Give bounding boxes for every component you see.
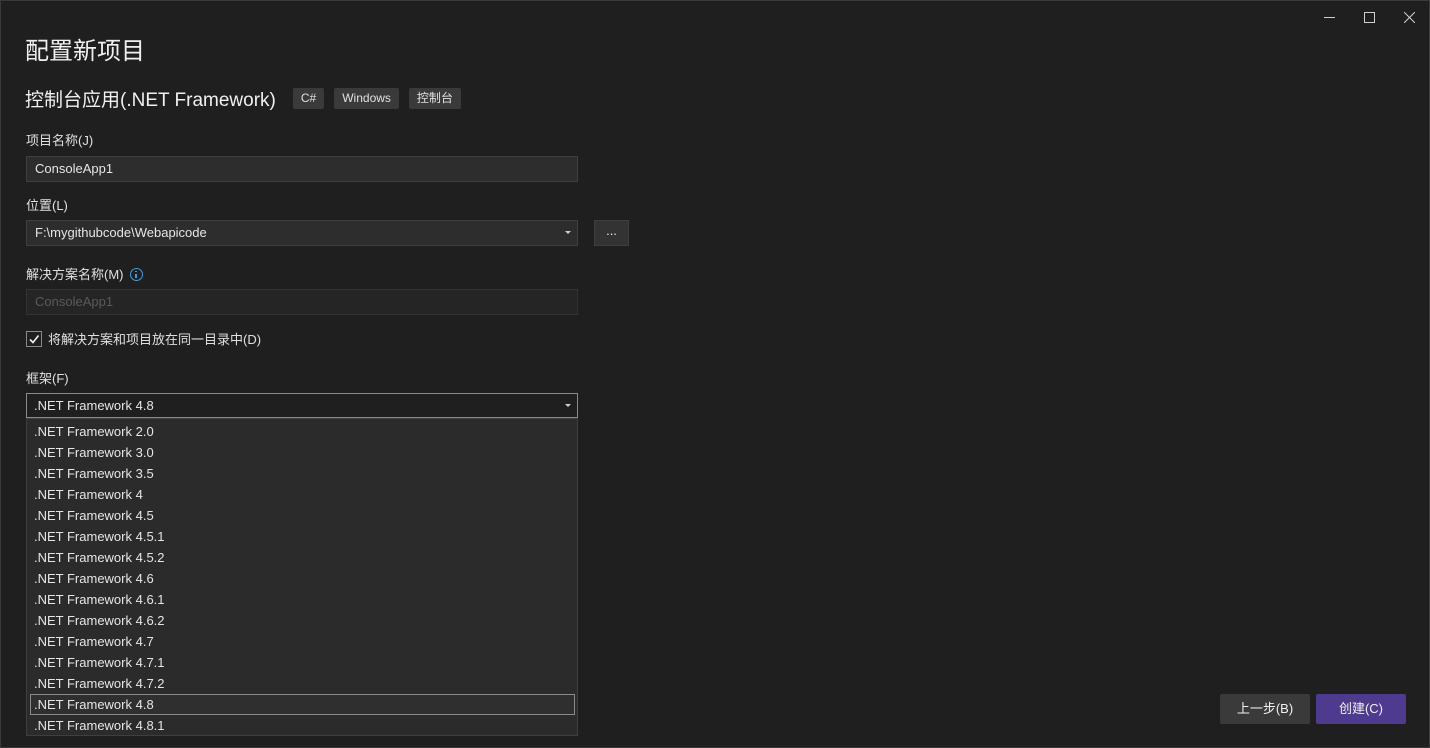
- template-header: 控制台应用(.NET Framework) C# Windows 控制台: [25, 85, 471, 112]
- framework-option[interactable]: .NET Framework 4.5: [30, 505, 575, 526]
- framework-option[interactable]: .NET Framework 4.7.2: [30, 673, 575, 694]
- solution-name-input[interactable]: ConsoleApp1: [26, 289, 578, 315]
- framework-option[interactable]: .NET Framework 3.5: [30, 463, 575, 484]
- framework-option[interactable]: .NET Framework 4.6: [30, 568, 575, 589]
- browse-button[interactable]: ...: [594, 220, 629, 246]
- back-button[interactable]: 上一步(B): [1220, 694, 1310, 724]
- framework-option[interactable]: .NET Framework 4.6.2: [30, 610, 575, 631]
- framework-option[interactable]: .NET Framework 3.0: [30, 442, 575, 463]
- minimize-button[interactable]: [1309, 1, 1349, 33]
- framework-option[interactable]: .NET Framework 4: [30, 484, 575, 505]
- same-directory-checkbox[interactable]: [26, 330, 42, 347]
- framework-option[interactable]: .NET Framework 4.5.1: [30, 526, 575, 547]
- chevron-down-icon[interactable]: [565, 231, 571, 234]
- tag-language: C#: [292, 88, 325, 109]
- template-name: 控制台应用(.NET Framework): [25, 90, 276, 111]
- chevron-down-icon[interactable]: [565, 404, 571, 407]
- maximize-icon: [1363, 11, 1375, 23]
- solution-name-label-row: 解决方案名称(M): [26, 264, 143, 283]
- project-name-label: 项目名称(J): [26, 133, 94, 148]
- framework-option[interactable]: .NET Framework 4.7.1: [30, 652, 575, 673]
- framework-label: 框架(F): [26, 371, 69, 386]
- tag-platform: Windows: [334, 88, 399, 109]
- project-name-input[interactable]: ConsoleApp1: [26, 156, 578, 182]
- minimize-icon: [1323, 16, 1335, 18]
- info-icon[interactable]: [129, 268, 143, 281]
- framework-dropdown-list: .NET Framework 2.0 .NET Framework 3.0 .N…: [26, 418, 578, 736]
- close-icon: [1403, 11, 1415, 23]
- same-directory-label: 将解决方案和项目放在同一目录中(D): [48, 332, 262, 347]
- framework-option-selected[interactable]: .NET Framework 4.8: [30, 694, 575, 715]
- framework-selected-value: .NET Framework 4.8: [34, 398, 154, 413]
- framework-combobox[interactable]: .NET Framework 4.8: [26, 393, 578, 418]
- framework-option[interactable]: .NET Framework 4.6.1: [30, 589, 575, 610]
- framework-option[interactable]: .NET Framework 4.7: [30, 631, 575, 652]
- location-value: F:\mygithubcode\Webapicode: [35, 225, 207, 240]
- configure-project-dialog: 配置新项目 控制台应用(.NET Framework) C# Windows 控…: [0, 0, 1430, 748]
- location-label: 位置(L): [26, 198, 68, 213]
- framework-option[interactable]: .NET Framework 4.5.2: [30, 547, 575, 568]
- location-combobox[interactable]: F:\mygithubcode\Webapicode: [26, 220, 578, 246]
- framework-option[interactable]: .NET Framework 4.8.1: [30, 715, 575, 736]
- tag-project-type: 控制台: [408, 88, 461, 109]
- framework-option[interactable]: .NET Framework 2.0: [30, 421, 575, 442]
- solution-name-label: 解决方案名称(M): [26, 267, 124, 282]
- page-title: 配置新项目: [25, 38, 145, 65]
- create-button[interactable]: 创建(C): [1316, 694, 1406, 724]
- checkmark-icon: [29, 334, 40, 344]
- close-button[interactable]: [1389, 1, 1429, 33]
- same-directory-checkbox-row[interactable]: 将解决方案和项目放在同一目录中(D): [26, 329, 261, 348]
- window-controls: [1309, 1, 1429, 33]
- maximize-button[interactable]: [1349, 1, 1389, 33]
